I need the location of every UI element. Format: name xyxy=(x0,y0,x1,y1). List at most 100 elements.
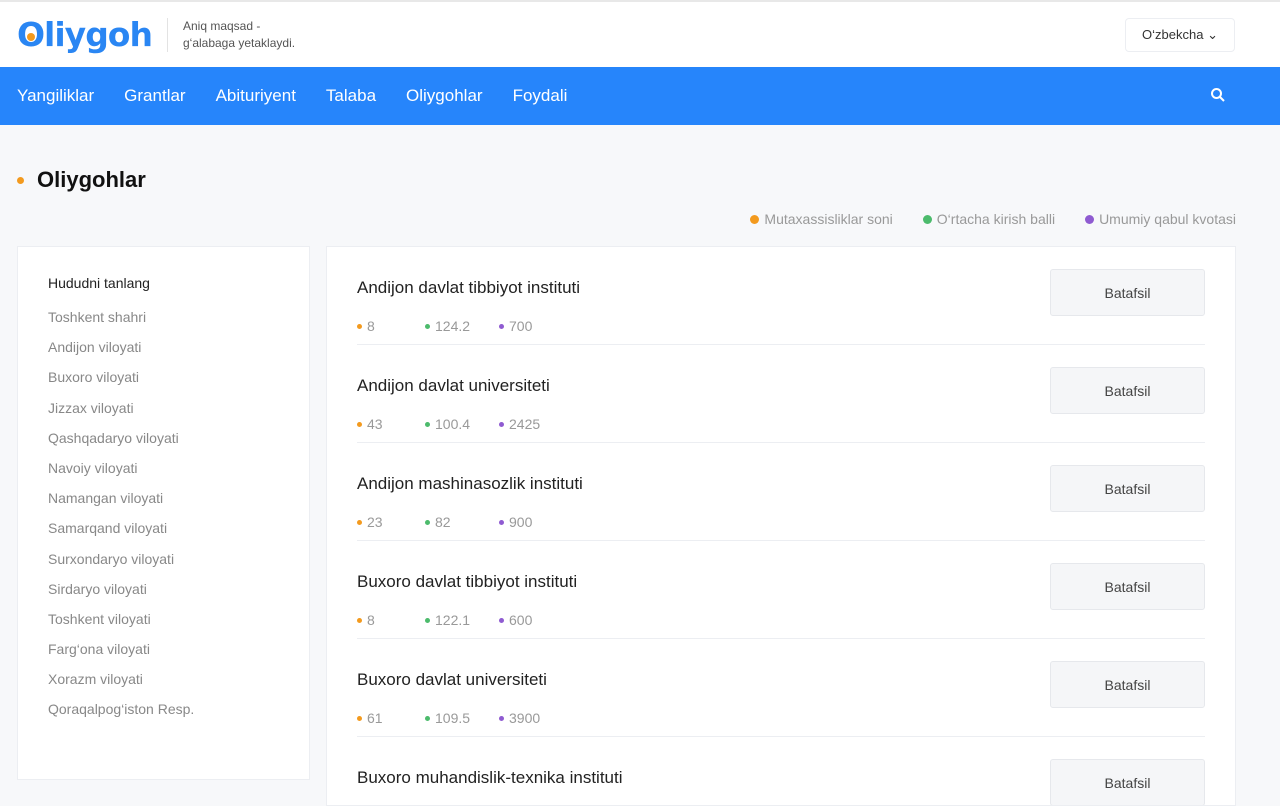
legend: Mutaxassisliklar soni O‘rtacha kirish ba… xyxy=(0,211,1236,227)
stat-specialties: 8 xyxy=(357,318,425,334)
nav-item[interactable]: Oliygohlar xyxy=(406,86,483,106)
sidebar-heading: Hududni tanlang xyxy=(48,275,150,291)
language-label: O‘zbekcha xyxy=(1142,27,1204,42)
university-stats: 8 124.2 700 xyxy=(357,318,1205,334)
legend-specialties: Mutaxassisliklar soni xyxy=(750,211,893,227)
dot-icon xyxy=(425,519,430,525)
stat-value: 8 xyxy=(367,612,375,628)
stat-value: 23 xyxy=(367,514,383,530)
stat-specialties: 43 xyxy=(357,416,425,432)
dot-icon xyxy=(357,421,362,427)
dot-icon xyxy=(499,421,504,427)
dot-icon xyxy=(499,519,504,525)
stat-avg_score: 100.4 xyxy=(425,416,499,432)
region-link[interactable]: Surxondaryo viloyati xyxy=(48,551,279,581)
stat-specialties: 8 xyxy=(357,612,425,628)
university-row: Buxoro muhandislik-texnika instituti Bata… xyxy=(357,737,1205,805)
dot-icon xyxy=(425,715,430,721)
stat-value: 2425 xyxy=(509,416,541,432)
legend-avg-score: O‘rtacha kirish balli xyxy=(922,211,1056,227)
purple-dot-icon xyxy=(1085,214,1095,224)
nav-item[interactable]: Grantlar xyxy=(124,86,185,106)
region-link[interactable]: Farg‘ona viloyati xyxy=(48,641,279,671)
stat-value: 3900 xyxy=(509,710,541,726)
logo-text: Oliygoh xyxy=(17,15,153,54)
tagline-line1: Aniq maqsad - xyxy=(182,18,261,33)
university-stats: 8 122.1 600 xyxy=(357,612,1205,628)
region-link[interactable]: Toshkent shahri xyxy=(48,309,279,339)
page-title-text: Oliygohlar xyxy=(37,167,146,192)
nav-item[interactable]: Talaba xyxy=(326,86,376,106)
page-title: Oliygohlar xyxy=(17,167,1280,193)
stat-specialties: 23 xyxy=(357,514,425,530)
stat-avg_score: 109.5 xyxy=(425,710,499,726)
details-button[interactable]: Batafsil xyxy=(1050,759,1205,805)
stat-value: 8 xyxy=(367,318,375,334)
stat-quota: 2425 xyxy=(499,416,540,432)
region-link[interactable]: Navoiy viloyati xyxy=(48,460,279,490)
tagline: Aniq maqsad - g‘alabaga yetaklaydi. xyxy=(183,18,295,52)
university-row: Andijon davlat universiteti 43 100.4 2425 Ba… xyxy=(357,345,1205,443)
region-link[interactable]: Qashqadaryo viloyati xyxy=(48,430,279,460)
main-nav: Yangiliklar Grantlar Abituriyent Talaba Oliy… xyxy=(0,67,1280,125)
stat-value: 82 xyxy=(435,514,451,530)
header: Oliygoh Aniq maqsad - g‘alabaga yetaklayd… xyxy=(0,2,1280,67)
language-select[interactable]: O‘zbekcha ⌄ xyxy=(1125,18,1235,52)
region-link[interactable]: Samarqand viloyati xyxy=(48,520,279,550)
dot-icon xyxy=(425,323,430,329)
details-button[interactable]: Batafsil xyxy=(1050,465,1205,512)
dot-icon xyxy=(357,323,362,329)
university-stats: 23 82 900 xyxy=(357,514,1205,530)
region-link[interactable]: Toshkent viloyati xyxy=(48,611,279,641)
search-icon[interactable] xyxy=(1210,87,1226,103)
nav-item[interactable]: Yangiliklar xyxy=(17,86,94,106)
stat-value: 600 xyxy=(509,612,533,628)
stat-avg_score: 122.1 xyxy=(425,612,499,628)
green-dot-icon xyxy=(922,214,932,224)
stat-value: 43 xyxy=(367,416,383,432)
region-sidebar: Hududni tanlang Toshkent shahri Andijon v… xyxy=(17,246,310,780)
dot-icon xyxy=(357,617,362,623)
logo-dot xyxy=(27,33,35,41)
region-link[interactable]: Andijon viloyati xyxy=(48,339,279,369)
region-link[interactable]: Xorazm viloyati xyxy=(48,671,279,701)
stat-value: 100.4 xyxy=(435,416,471,432)
dot-icon xyxy=(357,715,362,721)
legend-label: O‘rtacha kirish balli xyxy=(936,211,1056,227)
stat-avg_score: 124.2 xyxy=(425,318,499,334)
stat-value: 900 xyxy=(509,514,533,530)
chevron-down-icon: ⌄ xyxy=(1207,27,1218,42)
stat-value: 122.1 xyxy=(435,612,471,628)
details-button[interactable]: Batafsil xyxy=(1050,367,1205,414)
details-button[interactable]: Batafsil xyxy=(1050,661,1205,708)
stat-quota: 600 xyxy=(499,612,532,628)
region-link[interactable]: Buxoro viloyati xyxy=(48,369,279,399)
dot-icon xyxy=(499,715,504,721)
divider xyxy=(166,17,168,52)
university-stats: 61 109.5 3900 xyxy=(357,710,1205,726)
nav-item[interactable]: Foydali xyxy=(513,86,568,106)
logo[interactable]: Oliygoh xyxy=(17,15,153,54)
stat-specialties: 61 xyxy=(357,710,425,726)
stat-quota: 700 xyxy=(499,318,532,334)
stat-value: 124.2 xyxy=(435,318,471,334)
stat-avg_score: 82 xyxy=(425,514,499,530)
university-row: Buxoro davlat universiteti 61 109.5 3900 Bat… xyxy=(357,639,1205,737)
nav-item[interactable]: Abituriyent xyxy=(216,86,296,106)
region-link[interactable]: Sirdaryo viloyati xyxy=(48,581,279,611)
region-link[interactable]: Qoraqalpog‘iston Resp. xyxy=(48,701,279,731)
legend-quota: Umumiy qabul kvotasi xyxy=(1085,211,1236,227)
orange-dot-icon xyxy=(750,214,760,224)
stat-value: 109.5 xyxy=(435,710,471,726)
details-button[interactable]: Batafsil xyxy=(1050,269,1205,316)
university-row: Andijon davlat tibbiyot instituti 8 124.2 7… xyxy=(357,247,1205,345)
region-link[interactable]: Jizzax viloyati xyxy=(48,400,279,430)
region-link[interactable]: Namangan viloyati xyxy=(48,490,279,520)
stat-quota: 900 xyxy=(499,514,532,530)
legend-label: Mutaxassisliklar soni xyxy=(764,211,893,227)
university-row: Buxoro davlat tibbiyot instituti 8 122.1 60… xyxy=(357,541,1205,639)
legend-label: Umumiy qabul kvotasi xyxy=(1099,211,1236,227)
stat-value: 61 xyxy=(367,710,383,726)
details-button[interactable]: Batafsil xyxy=(1050,563,1205,610)
dot-icon xyxy=(499,323,504,329)
